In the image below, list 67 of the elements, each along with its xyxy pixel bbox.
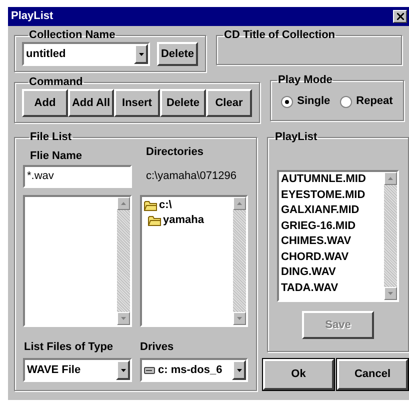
field-label: List Files of Type <box>23 340 114 355</box>
radio-button[interactable] <box>281 96 294 108</box>
group-label: Command <box>28 76 84 88</box>
field-label: Directories <box>145 145 204 160</box>
dialog-button[interactable]: Cancel <box>337 359 408 390</box>
directory-item[interactable]: yamaha <box>144 213 233 228</box>
delete-button[interactable]: Delete <box>157 42 198 66</box>
command-button[interactable]: Add <box>22 89 68 117</box>
folder-icon <box>148 215 161 226</box>
command-button[interactable]: Clear <box>206 89 252 117</box>
scroll-up-button[interactable] <box>233 197 246 210</box>
group-label: File List <box>29 131 73 143</box>
combo-value: c: ms-dos_6 <box>158 362 222 378</box>
field-label: Flie Name <box>29 149 83 164</box>
playlist-listbox[interactable]: AUTUMNLE.MID EYESTOME.MID GALXIANF.MID GRIEG-16.MID CHIMES.WAV CHORD.WAV DING.WAV TADA.WAV <box>277 170 399 302</box>
drive-icon <box>144 366 155 374</box>
radio-button[interactable] <box>340 96 352 108</box>
group-label: Collection Name <box>28 29 116 41</box>
file-type-combo[interactable]: WAVE File <box>23 358 132 382</box>
combo-value: WAVE File <box>27 362 81 378</box>
file-name-field[interactable]: *.wav <box>23 165 132 188</box>
playlist-item[interactable]: AUTUMNLE.MID <box>281 172 384 188</box>
caret-icon <box>236 368 242 372</box>
radio-option[interactable]: Single <box>281 93 330 110</box>
caret-icon <box>120 368 126 372</box>
combo-value: untitled <box>26 46 66 62</box>
down-arrow-icon <box>237 317 242 320</box>
collection-name-combo[interactable]: untitled <box>22 42 150 66</box>
close-icon <box>396 13 404 20</box>
command-button[interactable]: Insert <box>114 89 160 117</box>
group-label: Play Mode <box>277 74 334 86</box>
dropdown-button[interactable] <box>232 360 246 380</box>
group-label: CD Title of Collection <box>223 29 336 41</box>
up-arrow-icon <box>121 202 126 205</box>
drive-combo[interactable]: c: ms-dos_6 <box>140 358 248 382</box>
up-arrow-icon <box>388 177 393 180</box>
down-arrow-icon <box>121 317 126 320</box>
group-label: PlayList <box>274 131 318 143</box>
radio-option[interactable]: Repeat <box>340 93 393 110</box>
window-title: PlayList <box>11 9 54 24</box>
playlist-item[interactable]: CHORD.WAV <box>281 250 384 265</box>
scroll-down-button[interactable] <box>117 312 130 325</box>
directory-listbox[interactable]: c:\ yamaha <box>140 195 248 327</box>
dropdown-button[interactable] <box>134 44 148 64</box>
scroll-down-button[interactable] <box>233 312 246 325</box>
directory-item[interactable]: c:\ <box>144 198 233 213</box>
playlist-item[interactable]: CHIMES.WAV <box>281 234 384 250</box>
caret-icon <box>138 52 144 56</box>
dropdown-button[interactable] <box>116 360 130 380</box>
playlist-item[interactable]: GRIEG-16.MID <box>281 218 384 234</box>
playlist-item[interactable]: TADA.WAV <box>281 280 384 296</box>
close-button[interactable] <box>393 10 407 23</box>
command-button[interactable]: Delete <box>160 89 206 117</box>
down-arrow-icon <box>388 292 393 295</box>
scroll-up-button[interactable] <box>384 172 397 185</box>
scroll-up-button[interactable] <box>117 197 130 210</box>
command-button[interactable]: Add All <box>68 89 114 117</box>
playlist-item[interactable]: EYESTOME.MID <box>281 188 384 203</box>
field-label: Drives <box>140 340 175 355</box>
current-path: c:\yamaha\071296 <box>145 169 238 184</box>
playlist-item[interactable]: DING.WAV <box>281 265 384 280</box>
playlist-item[interactable]: GALXIANF.MID <box>281 203 384 218</box>
up-arrow-icon <box>237 202 242 205</box>
file-listbox[interactable] <box>23 195 132 327</box>
dialog-button[interactable]: Ok <box>263 359 334 390</box>
folder-icon <box>144 200 157 211</box>
scroll-down-button[interactable] <box>384 287 397 300</box>
